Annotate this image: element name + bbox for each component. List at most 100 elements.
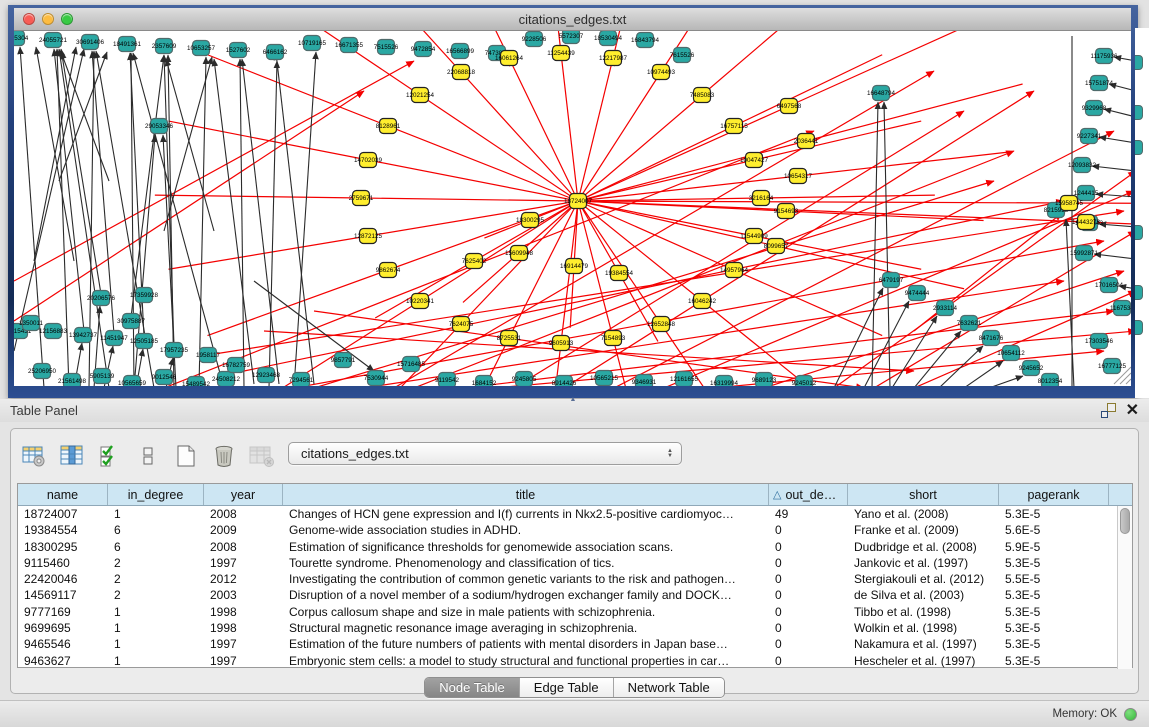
- column-header-title[interactable]: title: [283, 484, 769, 505]
- network-node[interactable]: 16319994: [710, 376, 739, 387]
- network-node[interactable]: 24508212: [212, 372, 241, 387]
- cell-in_degree[interactable]: 1: [108, 620, 204, 636]
- cell-short[interactable]: Yano et al. (2008): [848, 506, 999, 522]
- network-node[interactable]: 8185304: [14, 31, 29, 46]
- network-node[interactable]: 15992871: [1070, 246, 1099, 261]
- network-node[interactable]: 10047427: [740, 153, 769, 168]
- close-panel-icon[interactable]: ✕: [1126, 404, 1139, 418]
- network-node[interactable]: 16914479: [560, 259, 589, 274]
- cell-title[interactable]: Structural magnetic resonance image aver…: [283, 620, 769, 636]
- network-node[interactable]: 8725531: [497, 331, 522, 346]
- network-node[interactable]: 6466162: [263, 45, 288, 60]
- network-node[interactable]: [1135, 225, 1143, 240]
- network-node[interactable]: 1527602: [226, 43, 251, 58]
- network-node[interactable]: 7154893: [601, 331, 626, 346]
- network-node[interactable]: [1135, 105, 1143, 120]
- cell-in_degree[interactable]: 2: [108, 587, 204, 603]
- cell-name[interactable]: 18724007: [18, 506, 108, 522]
- row-height-icon[interactable]: [135, 443, 161, 469]
- tab-node-table[interactable]: Node Table: [425, 678, 520, 697]
- cell-name[interactable]: 9465546: [18, 636, 108, 652]
- network-node[interactable]: [1135, 285, 1143, 300]
- cell-name[interactable]: 14569117: [18, 587, 108, 603]
- network-node[interactable]: 30691406: [76, 35, 105, 50]
- column-visibility-icon[interactable]: [97, 443, 123, 469]
- float-panel-icon[interactable]: [1101, 403, 1116, 418]
- network-node[interactable]: 17957235: [160, 343, 189, 358]
- network-node[interactable]: 10654112: [997, 346, 1025, 361]
- cell-name[interactable]: 9463627: [18, 653, 108, 669]
- cell-short[interactable]: Franke et al. (2009): [848, 522, 999, 538]
- network-node[interactable]: 9346931: [632, 375, 657, 387]
- cell-short[interactable]: Stergiakouli et al. (2012): [848, 571, 999, 587]
- network-node[interactable]: 12505185: [130, 334, 159, 349]
- scrollbar-thumb[interactable]: [1120, 508, 1130, 534]
- delete-table-icon[interactable]: [211, 443, 237, 469]
- network-node[interactable]: 11451947: [100, 331, 128, 346]
- network-node[interactable]: 18491361: [113, 37, 142, 52]
- network-node[interactable]: 16843794: [631, 33, 660, 48]
- table-row[interactable]: 969969511998Structural magnetic resonanc…: [18, 620, 1117, 636]
- cell-title[interactable]: Tourette syndrome. Phenomenology and cla…: [283, 555, 769, 571]
- network-node[interactable]: 9012546: [152, 370, 177, 385]
- cell-year[interactable]: 1997: [204, 653, 283, 669]
- cell-pagerank[interactable]: 5.3E-5: [999, 636, 1109, 652]
- table-row[interactable]: 1456911722003Disruption of a novel membe…: [18, 587, 1117, 603]
- network-node[interactable]: 10653257: [187, 41, 216, 56]
- network-node[interactable]: 11544909: [740, 229, 768, 244]
- network-node[interactable]: 3216164: [749, 191, 774, 206]
- network-node[interactable]: 1684152: [472, 376, 497, 387]
- cell-pagerank[interactable]: 5.3E-5: [999, 653, 1109, 669]
- cell-year[interactable]: 2012: [204, 571, 283, 587]
- cell-short[interactable]: de Silva et al. (2003): [848, 587, 999, 603]
- network-node[interactable]: 12021254: [406, 88, 435, 103]
- zoom-window-button[interactable]: [61, 13, 73, 25]
- show-column-icon[interactable]: [59, 443, 85, 469]
- network-node[interactable]: 11254439: [547, 46, 575, 61]
- cell-name[interactable]: 9777169: [18, 604, 108, 620]
- network-node[interactable]: 6497568: [777, 99, 802, 114]
- network-node[interactable]: 9154693: [774, 204, 799, 219]
- cell-pagerank[interactable]: 5.3E-5: [999, 604, 1109, 620]
- network-node[interactable]: 13942737: [69, 328, 98, 343]
- cell-out_de[interactable]: 0: [769, 604, 848, 620]
- network-node[interactable]: 7632621: [957, 316, 982, 331]
- network-node[interactable]: 9329968: [1082, 101, 1107, 116]
- network-node[interactable]: 14702039: [354, 153, 383, 168]
- network-node[interactable]: 12217987: [599, 51, 628, 66]
- cell-out_de[interactable]: 0: [769, 555, 848, 571]
- network-node[interactable]: 14957964: [720, 263, 749, 278]
- cell-title[interactable]: Estimation of the future numbers of pati…: [283, 636, 769, 652]
- cell-title[interactable]: Estimation of significance thresholds fo…: [283, 539, 769, 555]
- cell-out_de[interactable]: 0: [769, 636, 848, 652]
- network-node[interactable]: 15609948: [505, 246, 534, 261]
- cell-out_de[interactable]: 0: [769, 653, 848, 669]
- cell-in_degree[interactable]: 1: [108, 604, 204, 620]
- network-node[interactable]: 19384554: [605, 266, 634, 281]
- cell-out_de[interactable]: 0: [769, 587, 848, 603]
- cell-pagerank[interactable]: 5.5E-5: [999, 571, 1109, 587]
- network-node[interactable]: 2933114: [933, 301, 958, 316]
- cell-title[interactable]: Corpus callosum shape and size in male p…: [283, 604, 769, 620]
- network-node[interactable]: 12156883: [39, 324, 68, 339]
- column-header-short[interactable]: short: [848, 484, 999, 505]
- table-settings-icon[interactable]: [21, 443, 47, 469]
- network-node[interactable]: 10654317: [784, 169, 813, 184]
- network-node[interactable]: [1135, 140, 1143, 155]
- cell-name[interactable]: 22420046: [18, 571, 108, 587]
- network-node[interactable]: 16648794: [867, 86, 896, 101]
- table-row[interactable]: 946554611997Estimation of the future num…: [18, 636, 1117, 652]
- network-node[interactable]: 7485083: [690, 88, 715, 103]
- network-node[interactable]: 9245652: [1019, 361, 1044, 376]
- cell-year[interactable]: 2008: [204, 539, 283, 555]
- network-node[interactable]: 9245805: [512, 372, 537, 387]
- network-node[interactable]: 15716485: [397, 357, 426, 372]
- network-node[interactable]: 11175936: [1090, 49, 1118, 64]
- cell-short[interactable]: Jankovic et al. (1997): [848, 555, 999, 571]
- cell-year[interactable]: 1997: [204, 555, 283, 571]
- network-node[interactable]: 8128961: [376, 119, 401, 134]
- table-row[interactable]: 1830029562008Estimation of significance …: [18, 539, 1117, 555]
- tab-edge-table[interactable]: Edge Table: [520, 678, 614, 697]
- network-node[interactable]: 16777125: [1098, 359, 1127, 374]
- network-node[interactable]: 2357609: [152, 39, 177, 54]
